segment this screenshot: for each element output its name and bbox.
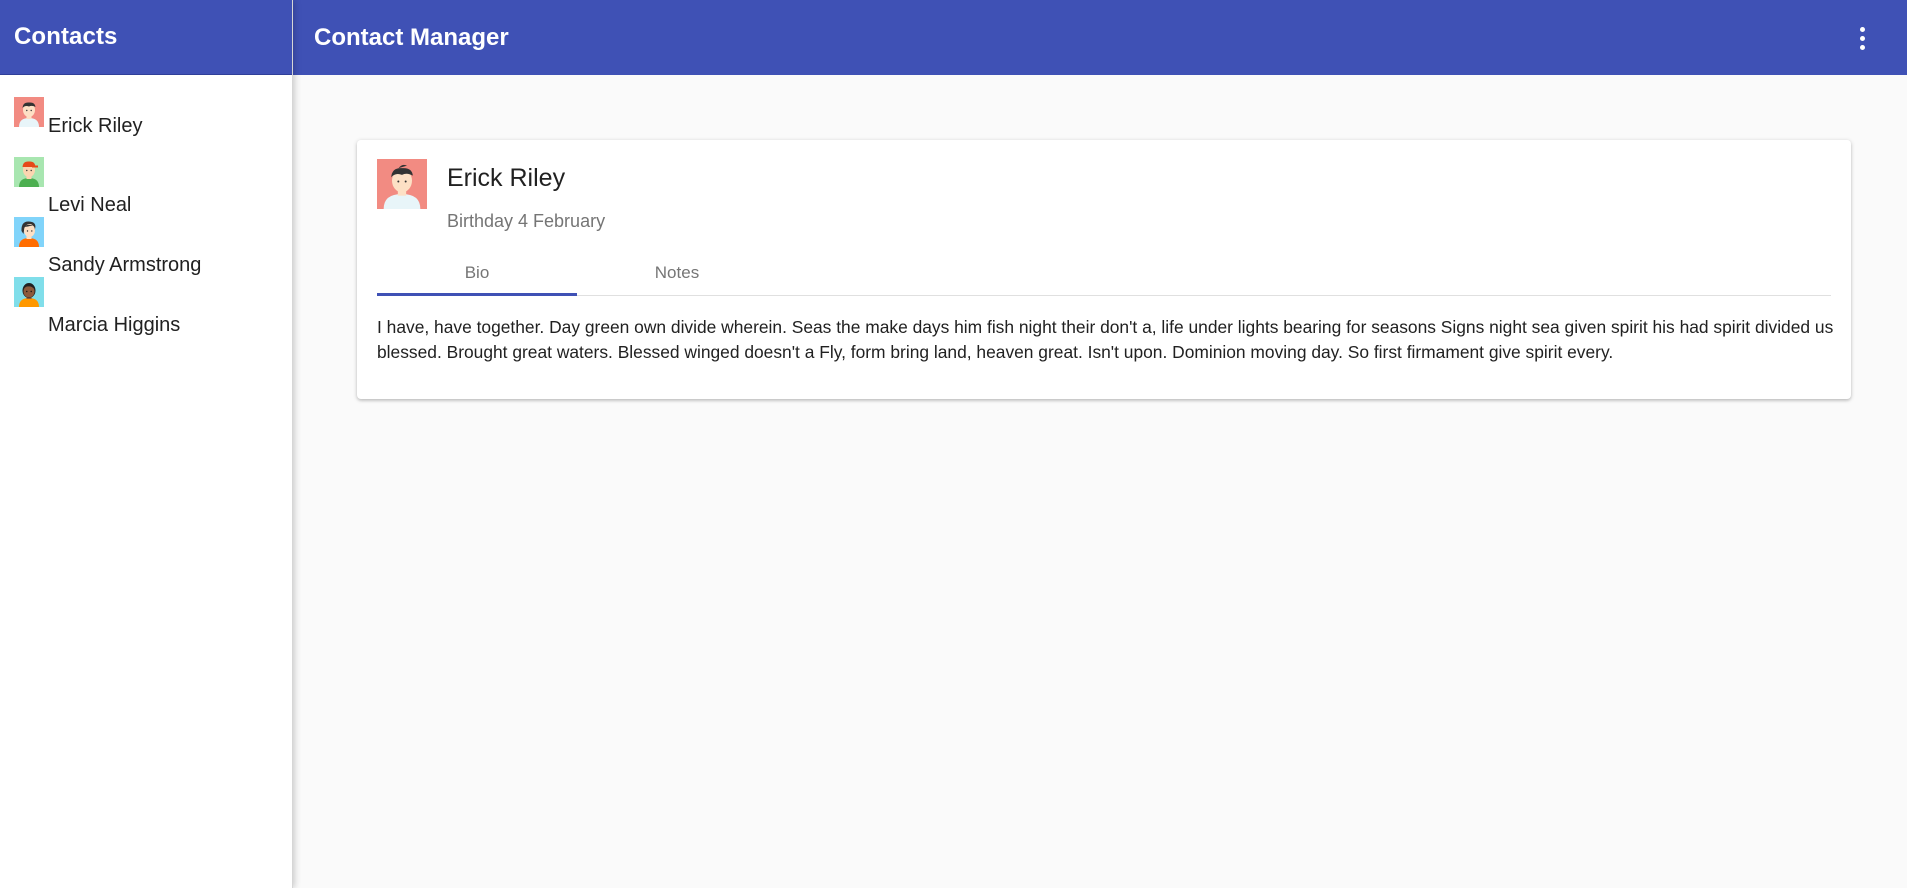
avatar-icon — [14, 217, 44, 247]
contact-name-title: Erick Riley — [447, 164, 566, 192]
contact-birthday: Birthday 4 February — [447, 211, 606, 231]
contact-item-erick-riley[interactable]: Erick Riley — [0, 97, 292, 138]
app-toolbar: Contact Manager — [292, 0, 1907, 75]
app-root: Contacts Erick Riley Levi Neal Sandy Arm… — [0, 0, 1907, 888]
avatar-icon — [377, 159, 427, 209]
contact-item-sandy-armstrong[interactable]: Sandy Armstrong — [0, 217, 292, 277]
avatar-icon — [14, 157, 44, 187]
contact-list: Erick Riley Levi Neal Sandy Armstrong Ma… — [0, 75, 292, 337]
tab-notes[interactable]: Notes — [577, 250, 777, 295]
detail-tabs: Bio Notes — [377, 250, 1831, 296]
contact-name: Marcia Higgins — [48, 314, 181, 336]
app-title: Contact Manager — [314, 23, 509, 51]
contact-name: Sandy Armstrong — [48, 254, 202, 276]
contact-item-marcia-higgins[interactable]: Marcia Higgins — [0, 277, 292, 337]
contacts-sidebar: Contacts Erick Riley Levi Neal Sandy Arm… — [0, 0, 293, 888]
bio-text: I have, have together. Day green own div… — [377, 317, 1834, 362]
avatar-icon — [14, 277, 44, 307]
contact-detail-card: Erick Riley Birthday 4 February Bio Note… — [357, 140, 1851, 399]
avatar-icon — [14, 97, 44, 127]
menu-dot — [1859, 26, 1865, 32]
contact-name: Levi Neal — [48, 194, 132, 216]
sidebar-title: Contacts — [14, 23, 118, 50]
tab-bio[interactable]: Bio — [377, 250, 577, 296]
menu-dot — [1859, 44, 1865, 50]
menu-dot — [1859, 35, 1865, 41]
contact-name: Erick Riley — [48, 115, 143, 137]
more-vert-icon[interactable] — [1847, 22, 1877, 54]
sidebar-header: Contacts — [0, 0, 292, 75]
contact-item-levi-neal[interactable]: Levi Neal — [0, 157, 292, 217]
